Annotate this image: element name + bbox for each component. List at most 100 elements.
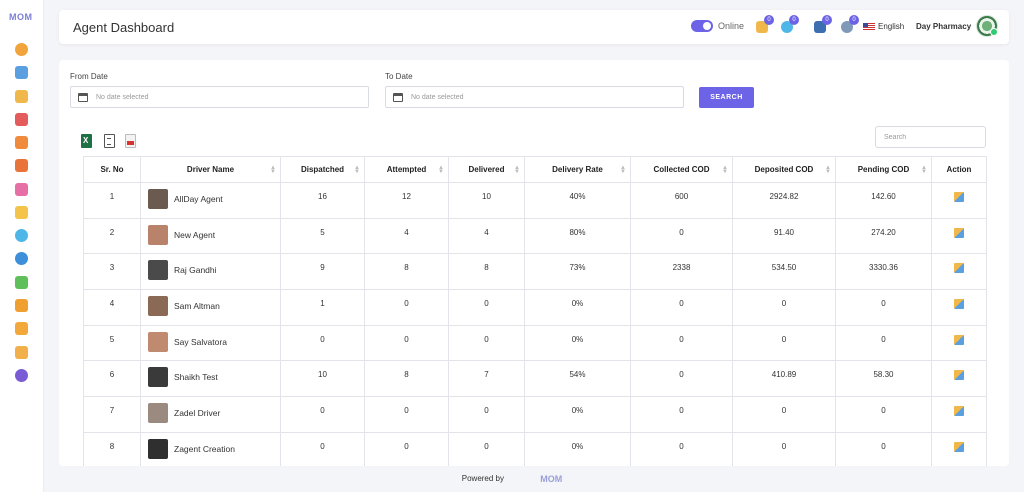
dispatched-cell: 16 bbox=[280, 182, 365, 219]
grid-apps-icon[interactable] bbox=[15, 183, 28, 196]
user-stack-icon[interactable] bbox=[15, 322, 28, 335]
attempted-cell: 0 bbox=[364, 289, 449, 326]
driver-name: Shaikh Test bbox=[174, 372, 218, 383]
wallet-icon[interactable] bbox=[15, 276, 28, 289]
view-details-icon[interactable] bbox=[954, 441, 964, 452]
settings-badge: 0 bbox=[849, 15, 859, 25]
box-icon[interactable] bbox=[15, 90, 28, 103]
driver-avatar bbox=[148, 438, 168, 459]
globe-alt-icon[interactable] bbox=[15, 369, 28, 382]
pending-cell: 0 bbox=[835, 431, 932, 466]
header-bar: Agent Dashboard Online 0 0 0 0 English D… bbox=[59, 10, 1009, 44]
view-details-icon[interactable] bbox=[954, 227, 964, 238]
deposited-cell: 91.40 bbox=[732, 217, 836, 255]
view-details-icon[interactable] bbox=[954, 192, 964, 202]
pending-cell: 142.60 bbox=[835, 182, 932, 219]
deposited-cell: 410.89 bbox=[732, 360, 836, 398]
table-row: 4 Sam Altman 1 0 0 0% 0 0 0 bbox=[83, 289, 987, 326]
attempted-cell: 0 bbox=[364, 396, 449, 433]
column-header[interactable]: Delivered ▲ ▼ bbox=[448, 156, 525, 183]
pending-cell: 274.20 bbox=[835, 217, 932, 255]
package-icon[interactable] bbox=[15, 346, 28, 359]
hierarchy-icon[interactable] bbox=[15, 136, 28, 149]
collected-cell: 0 bbox=[630, 289, 733, 326]
rate-cell: 0% bbox=[524, 431, 631, 466]
view-details-icon[interactable] bbox=[954, 299, 964, 310]
column-header[interactable]: Delivery Rate ▲ ▼ bbox=[524, 156, 631, 183]
driver-name: AllDay Agent bbox=[174, 194, 223, 204]
rate-cell: 0% bbox=[524, 324, 631, 362]
driver-cell: Say Salvatora bbox=[140, 324, 281, 362]
agent-search-icon[interactable] bbox=[15, 159, 28, 172]
pdf-export-icon[interactable] bbox=[125, 134, 136, 148]
chat-icon[interactable]: 0 bbox=[781, 15, 799, 33]
column-header[interactable]: Dispatched ▲ ▼ bbox=[280, 156, 365, 183]
action-cell bbox=[931, 431, 987, 466]
rate-cell: 80% bbox=[524, 217, 631, 255]
attempted-cell: 0 bbox=[364, 431, 449, 466]
view-details-icon[interactable] bbox=[954, 406, 964, 417]
dashboard-gauge-icon[interactable] bbox=[15, 43, 28, 56]
rate-cell: 0% bbox=[524, 396, 631, 433]
deposited-cell: 0 bbox=[732, 324, 836, 362]
action-cell bbox=[931, 217, 987, 255]
driver-avatar bbox=[148, 189, 168, 209]
sort-icon: ▲ ▼ bbox=[438, 165, 444, 175]
to-date-input[interactable]: No date selected bbox=[385, 86, 684, 108]
dispatched-cell: 1 bbox=[280, 289, 365, 326]
bell-icon[interactable]: 0 bbox=[756, 15, 774, 33]
monitor-icon[interactable] bbox=[15, 66, 28, 79]
gear-icon[interactable]: 0 bbox=[841, 15, 859, 33]
ticket-icon[interactable] bbox=[15, 113, 28, 126]
delivered-cell: 10 bbox=[448, 182, 525, 219]
view-details-icon[interactable] bbox=[954, 263, 964, 274]
attempted-cell: 12 bbox=[364, 182, 449, 219]
globe-icon[interactable] bbox=[15, 252, 28, 265]
collected-cell: 0 bbox=[630, 431, 733, 466]
collected-cell: 0 bbox=[630, 217, 733, 255]
table-row: 5 Say Salvatora 0 0 0 0% 0 0 0 bbox=[83, 324, 987, 362]
csv-export-icon[interactable] bbox=[104, 134, 115, 148]
table-icon[interactable] bbox=[15, 206, 28, 219]
powered-by-text: Powered by bbox=[461, 474, 504, 484]
attempted-cell: 8 bbox=[364, 360, 449, 398]
pharmacy-name: Day Pharmacy bbox=[916, 22, 972, 31]
column-header[interactable]: Driver Name ▲ ▼ bbox=[140, 156, 281, 183]
collected-cell: 0 bbox=[630, 324, 733, 362]
driver-avatar bbox=[148, 367, 168, 388]
column-header[interactable]: Collected COD ▲ ▼ bbox=[630, 156, 733, 183]
online-toggle[interactable] bbox=[691, 20, 713, 32]
excel-export-icon[interactable] bbox=[81, 134, 92, 148]
agent-table: Sr. No Driver Name ▲ ▼ Dispatched ▲ ▼ Attemp… bbox=[83, 156, 987, 466]
footer-logo[interactable]: MOM bbox=[540, 474, 562, 484]
sort-icon: ▲ ▼ bbox=[270, 165, 276, 175]
pharmacy-avatar[interactable] bbox=[976, 15, 998, 37]
us-flag-icon[interactable] bbox=[863, 23, 875, 31]
table-header-row: Sr. No Driver Name ▲ ▼ Dispatched ▲ ▼ Attemp… bbox=[83, 156, 987, 183]
column-header[interactable]: Sr. No bbox=[83, 156, 141, 183]
collected-cell: 2338 bbox=[630, 253, 733, 291]
attempted-cell: 4 bbox=[364, 217, 449, 255]
table-row: 8 Zagent Creation 0 0 0 0% 0 0 0 bbox=[83, 431, 987, 466]
driver-cell: Zagent Creation bbox=[140, 431, 281, 466]
pending-cell: 58.30 bbox=[835, 360, 932, 398]
table-search-input[interactable] bbox=[875, 126, 986, 148]
column-header[interactable]: Attempted ▲ ▼ bbox=[364, 156, 449, 183]
cart-icon[interactable] bbox=[15, 299, 28, 312]
view-details-icon[interactable] bbox=[954, 334, 964, 345]
language-selector[interactable]: English bbox=[878, 22, 904, 31]
chat-icon[interactable] bbox=[15, 229, 28, 242]
dispatched-cell: 5 bbox=[280, 217, 365, 255]
orders-icon[interactable]: 0 bbox=[814, 15, 832, 33]
view-details-icon[interactable] bbox=[954, 370, 964, 381]
brand-logo[interactable]: MOM bbox=[9, 12, 33, 22]
from-date-input[interactable]: No date selected bbox=[70, 86, 369, 108]
deposited-cell: 534.50 bbox=[732, 253, 836, 291]
search-button[interactable]: SEARCH bbox=[699, 87, 754, 108]
delivered-cell: 7 bbox=[448, 360, 525, 398]
deposited-cell: 0 bbox=[732, 289, 836, 326]
column-header[interactable]: Deposited COD ▲ ▼ bbox=[732, 156, 836, 183]
delivered-cell: 0 bbox=[448, 324, 525, 362]
column-header[interactable]: Pending COD ▲ ▼ bbox=[835, 156, 932, 183]
calendar-icon bbox=[78, 93, 88, 102]
